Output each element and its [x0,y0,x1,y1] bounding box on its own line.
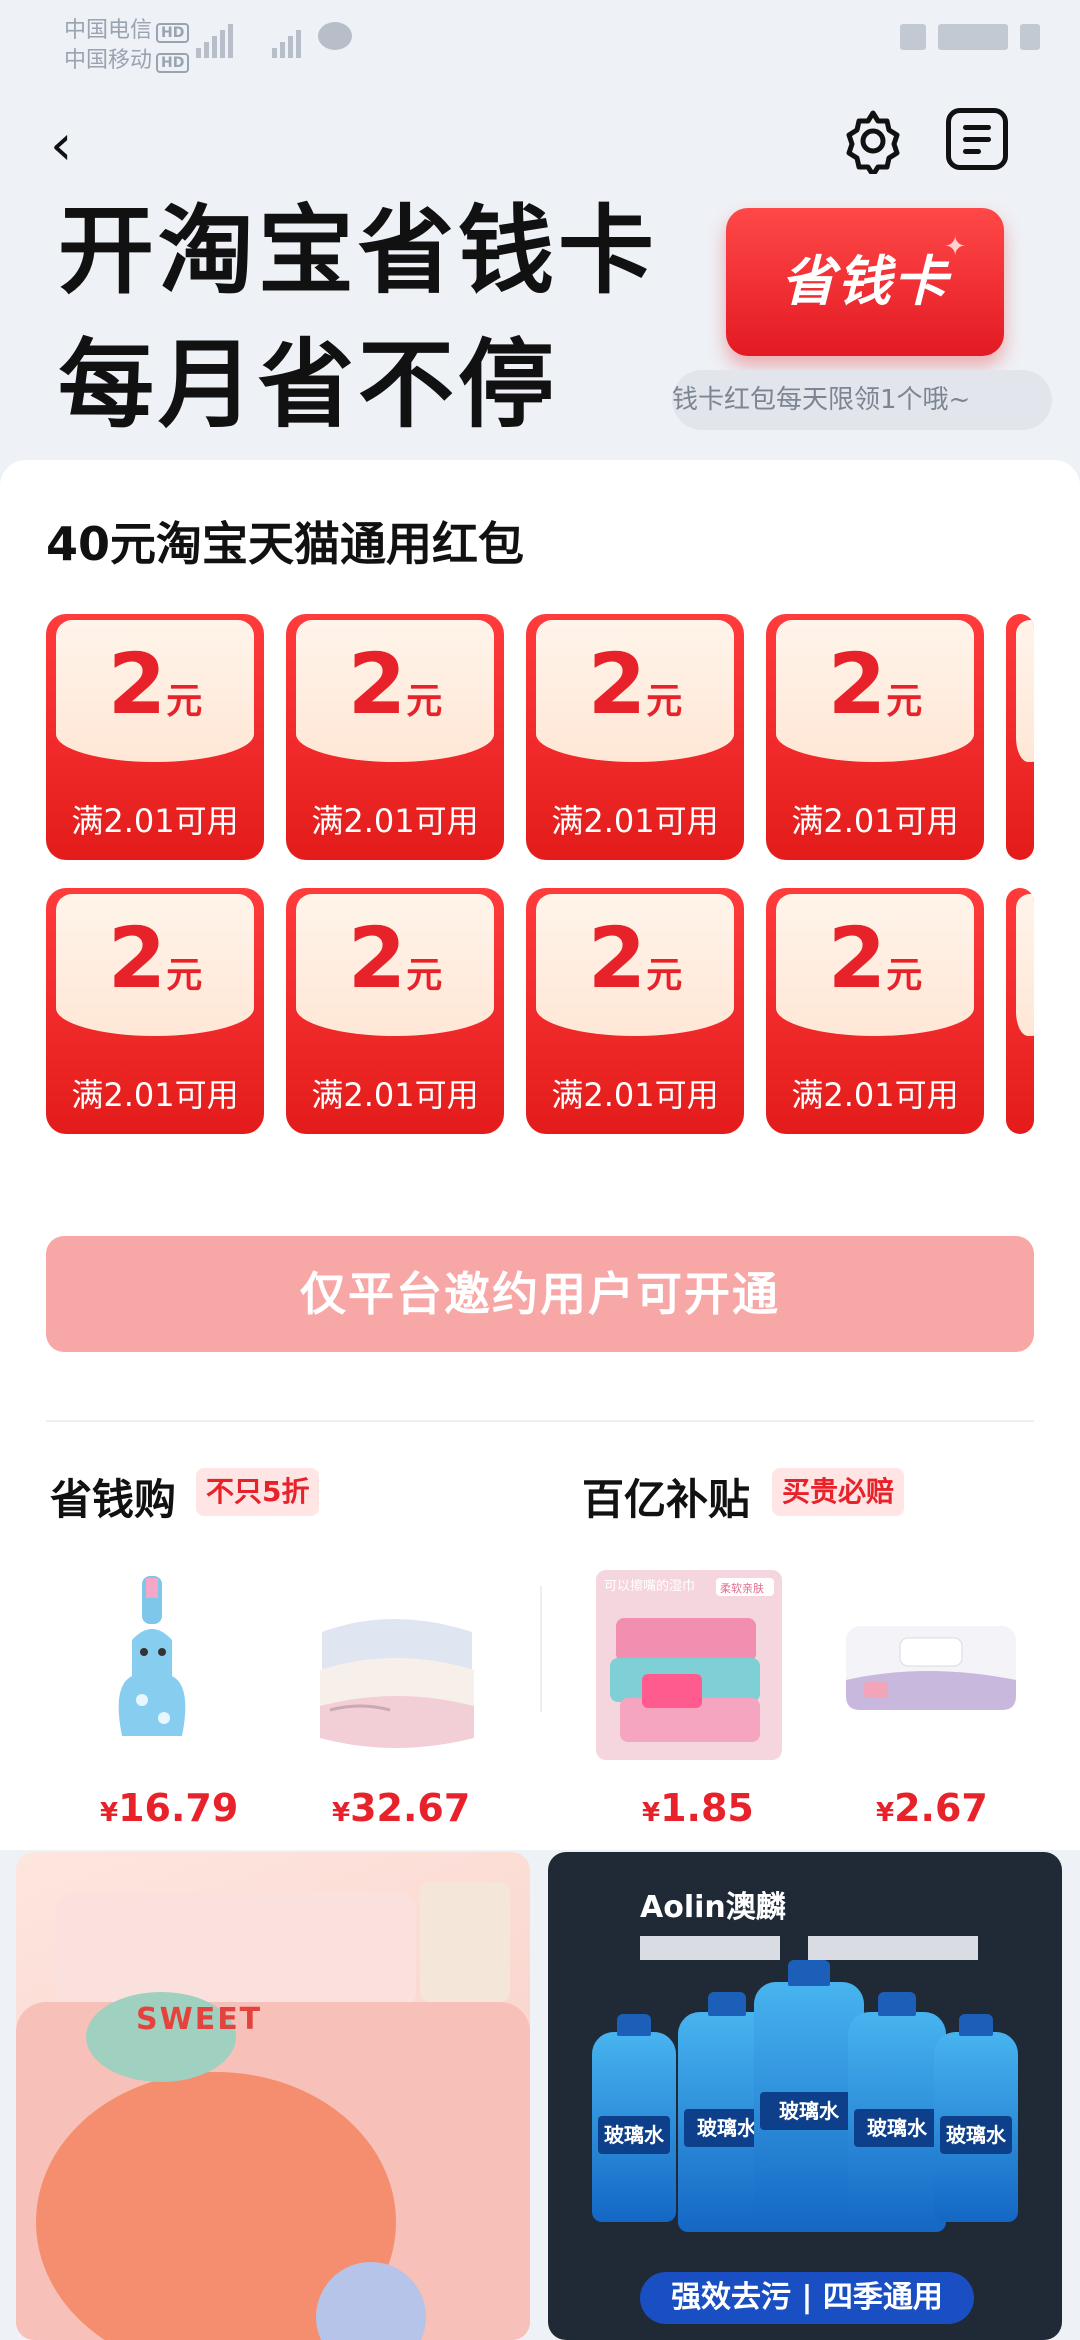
savings-buy-title[interactable]: 省钱购 [50,1466,176,1527]
coupon-card[interactable]: 2元 满2.01可用 [526,614,744,860]
brand-logo: Aolin澳麟 [640,1890,786,1925]
product-price: ¥1.85 [642,1786,754,1830]
pillow [56,1892,416,2012]
status-bar: 中国电信 HD 中国移动 HD [0,0,1080,80]
coupon-card[interactable]: 2元 满2.01可用 [46,614,264,860]
product-toothbrush-image[interactable] [58,1570,248,1760]
product-wet-wipes-image[interactable]: 可以擦嘴的湿巾 柔软亲肤 [596,1570,782,1760]
status-right-icons [900,24,1040,50]
bottle-image: 玻璃水 [934,2014,1018,2222]
menu-list-icon[interactable] [946,108,1008,170]
feed-card-washer-fluid[interactable]: Aolin澳麟 玻璃水 玻璃水 玻璃水 玻璃水 玻璃水 强效去污 | 四季通用 [548,1852,1062,2340]
subsidy-tag: 买贵必赔 [772,1468,905,1516]
product-price: ¥2.67 [876,1786,988,1830]
coupon-card[interactable]: 2元 满2.01可用 [766,888,984,1134]
signal-icon-2 [272,22,301,58]
redacted-text [640,1936,780,1960]
signal-icon [196,22,233,58]
product-towels-image[interactable] [300,1570,490,1760]
redacted-block [938,24,1008,50]
coupon-card-peek[interactable] [1006,888,1034,1134]
bedding-print-text: SWEET [136,2002,263,2037]
battery-icon [1020,24,1040,50]
savings-card-badge: 省钱卡 ✦ [726,208,1004,356]
vertical-separator [540,1586,542,1712]
open-card-button[interactable]: 仅平台邀约用户可开通 [46,1236,1034,1352]
hero-title-line2: 每月省不停 [58,329,558,441]
carrier-2: 中国移动 HD [64,42,190,74]
feed-card-bedding[interactable]: SWEET [16,1852,530,2340]
gear-icon[interactable] [840,108,906,174]
bottle-image: 玻璃水 [848,1992,946,2232]
svg-text:柔软亲肤: 柔软亲肤 [720,1581,764,1595]
product-price: ¥16.79 [100,1786,239,1830]
product-price: ¥32.67 [332,1786,471,1830]
redacted-text [808,1936,978,1960]
daily-limit-tip: 钱卡红包每天限领1个哦~ [672,370,1052,430]
coupon-card-peek[interactable] [1006,614,1034,860]
coupon-card[interactable]: 2元 满2.01可用 [286,614,504,860]
product-baby-wipes-image[interactable] [836,1570,1026,1760]
svg-text:可以擦嘴的湿巾: 可以擦嘴的湿巾 [604,1578,695,1594]
alarm-icon [900,24,926,50]
coupon-card[interactable]: 2元 满2.01可用 [766,614,984,860]
coupon-section-title: 40元淘宝天猫通用红包 [46,517,525,571]
subsidy-title[interactable]: 百亿补贴 [582,1466,750,1527]
nightstand [420,1882,510,2002]
coupon-card[interactable]: 2元 满2.01可用 [286,888,504,1134]
divider [46,1420,1034,1422]
message-icon [318,22,352,50]
carrier-1: 中国电信 HD [64,12,190,44]
hero-title-line1: 开淘宝省钱卡 [58,195,658,307]
washer-fluid-banner: 强效去污 | 四季通用 [640,2272,974,2324]
coupon-card[interactable]: 2元 满2.01可用 [526,888,744,1134]
savings-buy-tag: 不只5折 [196,1468,320,1516]
bottle-image: 玻璃水 [592,2014,676,2222]
main-card: 40元淘宝天猫通用红包 2元 满2.01可用 2元 满2.01可用 2元 满2.… [0,460,1080,1850]
coupon-card[interactable]: 2元 满2.01可用 [46,888,264,1134]
back-button[interactable]: ‹ [50,118,90,174]
